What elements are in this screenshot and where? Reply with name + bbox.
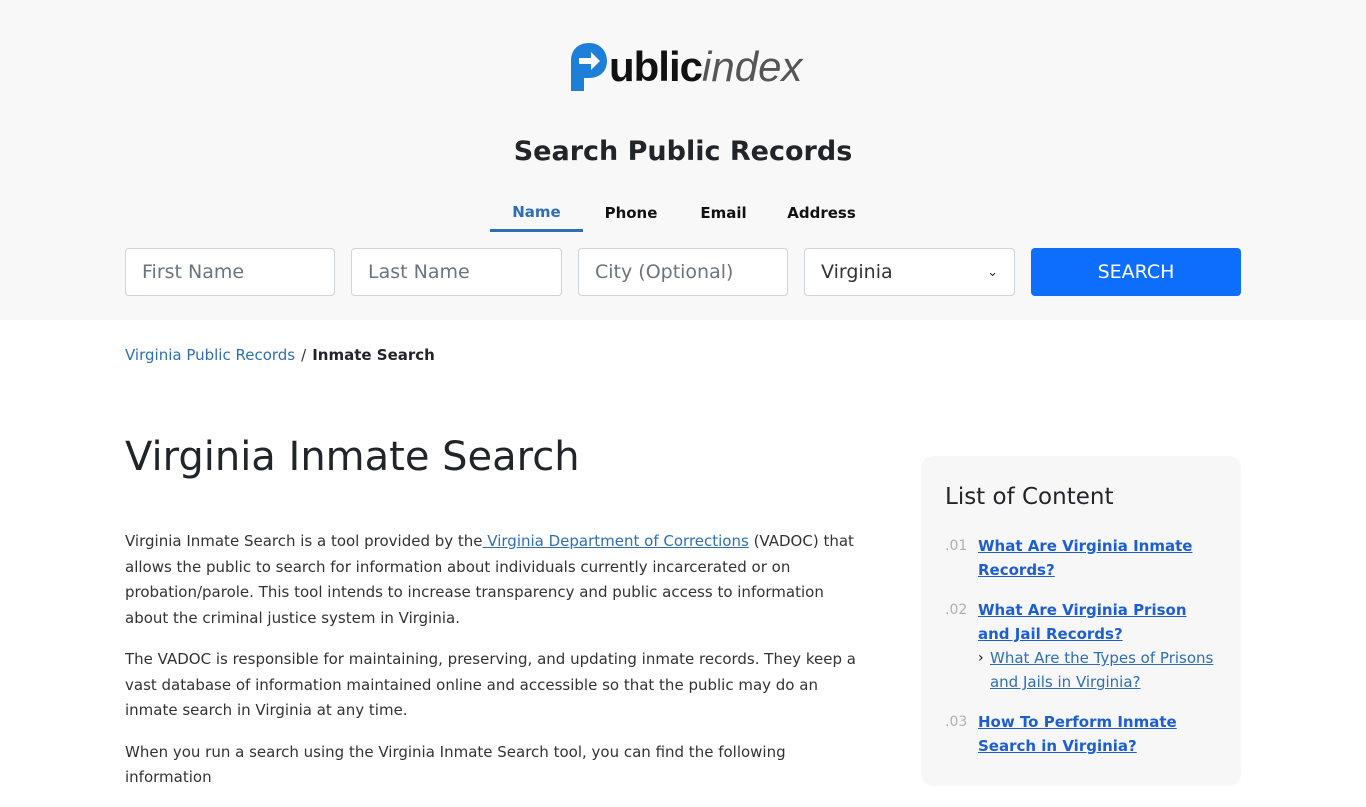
toc-link[interactable]: What Are Virginia Inmate Records? [978, 534, 1217, 582]
logo-p-arrow-icon [571, 43, 607, 91]
search-title: Search Public Records [513, 136, 853, 167]
breadcrumb-separator: / [301, 346, 307, 364]
toc-number: .01 [945, 538, 968, 554]
toc-subitem: › What Are the Types of Prisons and Jail… [978, 646, 1217, 694]
chevron-right-icon: › [978, 650, 984, 666]
article-paragraph: The VADOC is responsible for maintaining… [125, 650, 856, 719]
breadcrumb-link-virginia-public-records[interactable]: Virginia Public Records [125, 346, 295, 364]
table-of-contents: List of Content .01 What Are Virginia In… [921, 456, 1241, 786]
tab-name[interactable]: Name [490, 194, 583, 232]
toc-item: .02 What Are Virginia Prison and Jail Re… [945, 598, 1217, 694]
chevron-down-icon: ⌄ [987, 264, 998, 280]
search-tabs: Name Phone Email Address [490, 194, 875, 232]
first-name-input[interactable] [125, 248, 335, 296]
header-section: ublic index Search Public Records Name P… [0, 0, 1366, 320]
city-input[interactable] [578, 248, 788, 296]
vadoc-link[interactable]: Virginia Department of Corrections [483, 532, 749, 550]
toc-item: .03 How To Perform Inmate Search in Virg… [945, 710, 1217, 758]
breadcrumb-current: Inmate Search [312, 346, 435, 364]
toc-link[interactable]: How To Perform Inmate Search in Virginia… [978, 710, 1217, 758]
last-name-input[interactable] [351, 248, 562, 296]
article-paragraph: Virginia Inmate Search is a tool provide… [125, 529, 865, 631]
state-select-value: Virginia [821, 261, 893, 283]
search-button[interactable]: SEARCH [1031, 248, 1241, 296]
state-select[interactable]: Virginia ⌄ [804, 248, 1015, 296]
logo[interactable]: ublic index [567, 40, 802, 94]
tab-address[interactable]: Address [768, 194, 875, 232]
tab-email[interactable]: Email [679, 194, 768, 232]
logo-text-bold: ublic [609, 43, 703, 90]
toc-title: List of Content [945, 484, 1114, 510]
toc-number: .02 [945, 602, 968, 618]
toc-sublink[interactable]: What Are the Types of Prisons and Jails … [990, 646, 1217, 694]
paragraph-text: Virginia Inmate Search is a tool provide… [125, 532, 483, 550]
page-title: Virginia Inmate Search [125, 434, 580, 480]
toc-link[interactable]: What Are Virginia Prison and Jail Record… [978, 601, 1187, 643]
search-form: Virginia ⌄ SEARCH [125, 248, 1241, 296]
toc-item: .01 What Are Virginia Inmate Records? [945, 534, 1217, 582]
toc-number: .03 [945, 714, 968, 730]
article-body: Virginia Inmate Search is a tool provide… [125, 529, 865, 807]
breadcrumb: Virginia Public Records / Inmate Search [125, 346, 435, 364]
article-paragraph: When you run a search using the Virginia… [125, 742, 786, 787]
logo-text-light: index [702, 43, 803, 90]
tab-phone[interactable]: Phone [583, 194, 679, 232]
